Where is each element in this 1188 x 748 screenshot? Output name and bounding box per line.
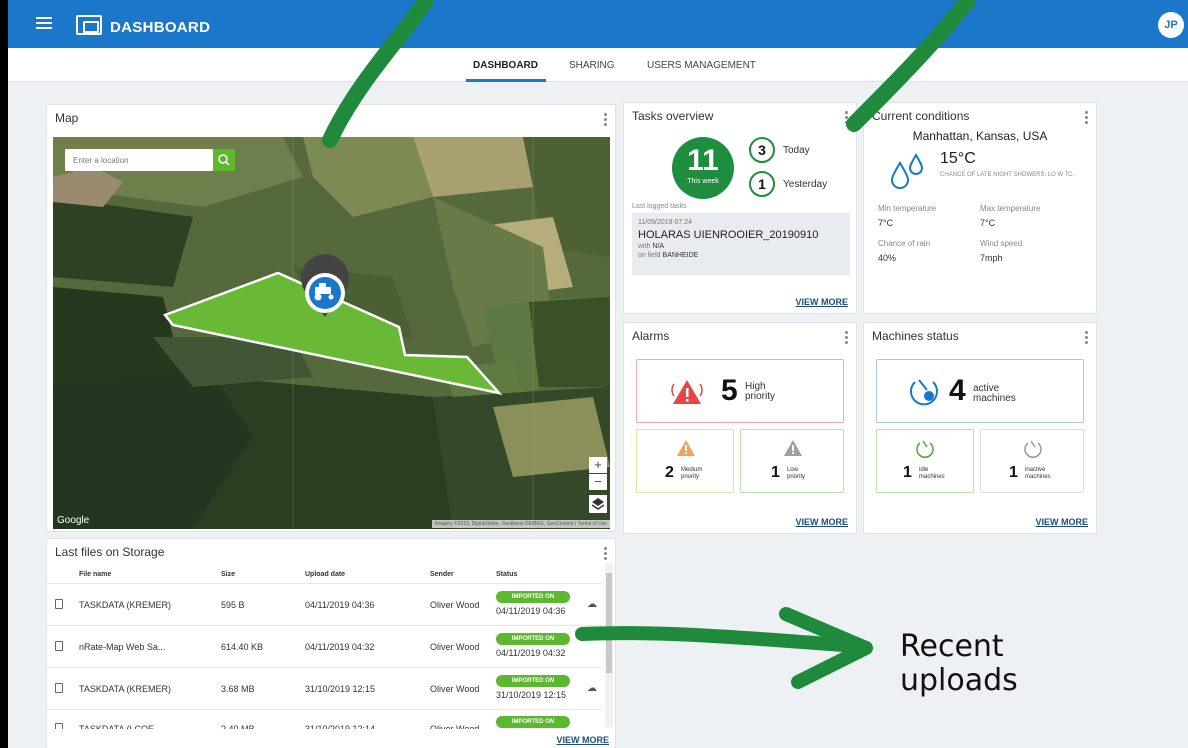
- app-frame: DASHBOARD JP DASHBOARD SHARING USERS MAN…: [8, 0, 1188, 748]
- recent-uploads-annotation: Recent uploads: [900, 630, 1018, 698]
- annotation-line-2: uploads: [900, 663, 1018, 698]
- annotation-line-1: Recent: [900, 629, 1004, 664]
